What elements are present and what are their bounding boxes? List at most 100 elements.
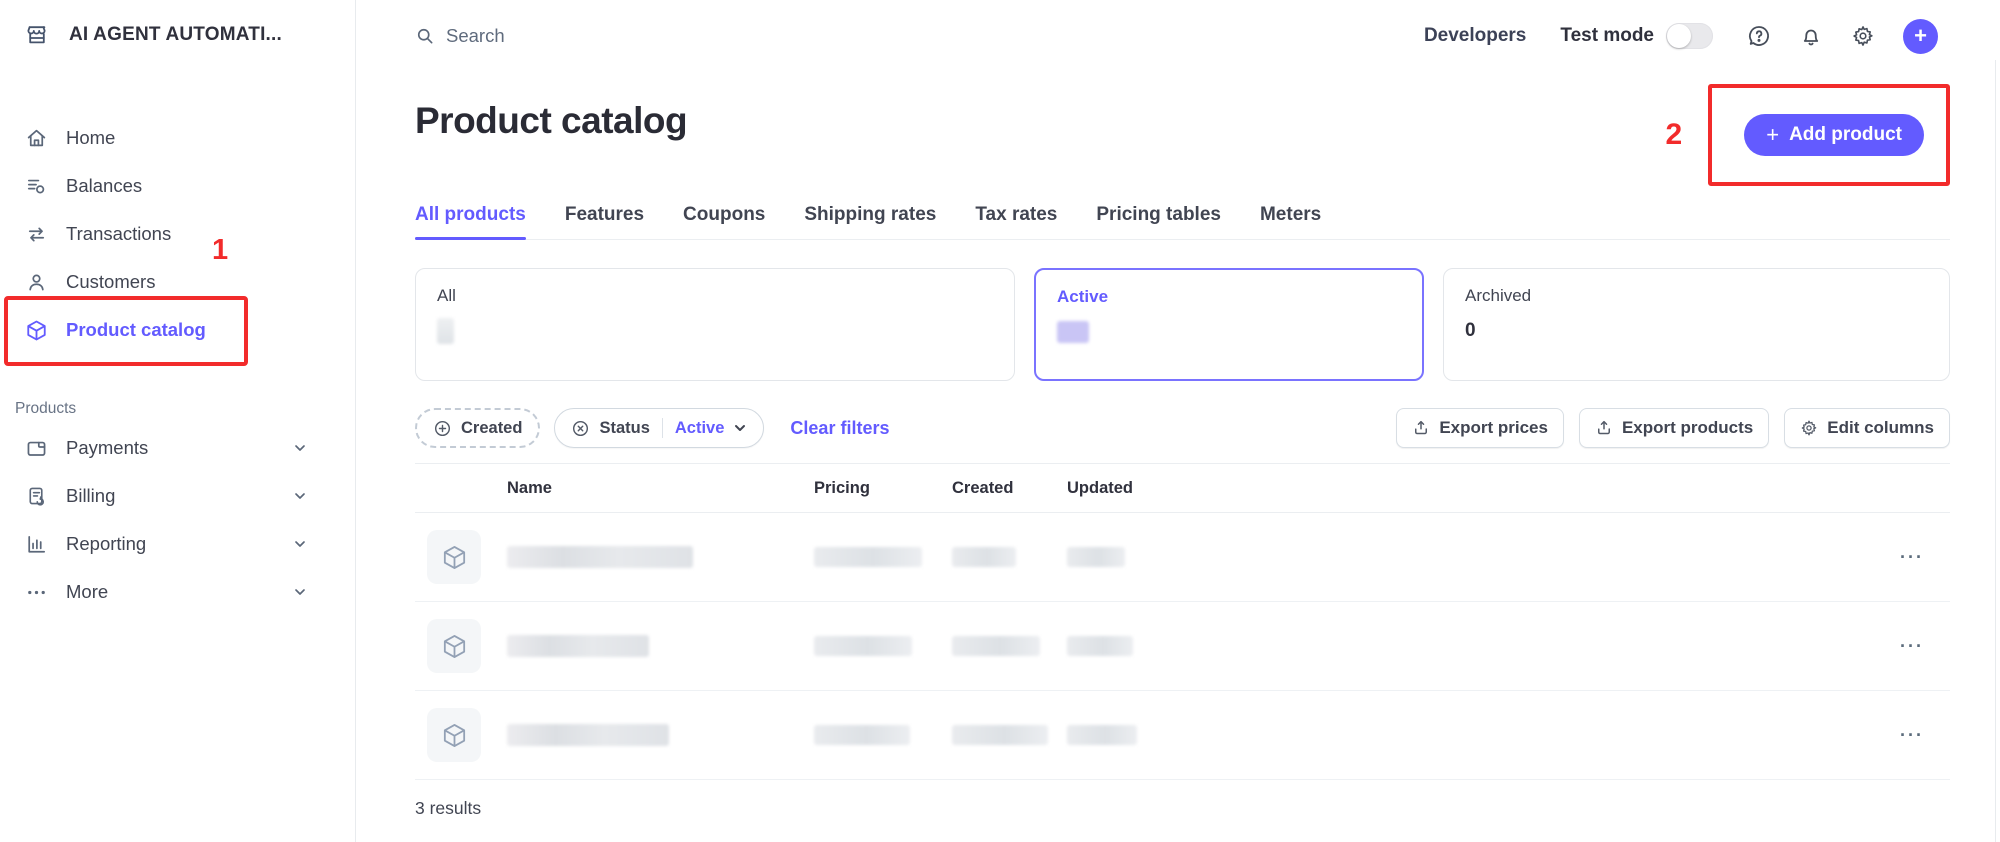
plus-circle-icon bbox=[433, 419, 452, 438]
help-icon[interactable] bbox=[1747, 24, 1771, 48]
sidebar-item-label: Transactions bbox=[66, 223, 171, 245]
header-actions: 2 + Add product bbox=[1666, 84, 1950, 186]
table-actions: Export prices Export products bbox=[1396, 408, 1950, 448]
annotation-number-step2: 2 bbox=[1666, 118, 1683, 152]
test-mode-label: Test mode bbox=[1560, 25, 1654, 47]
column-header-name: Name bbox=[507, 479, 814, 498]
row-more-button[interactable]: ··· bbox=[1900, 636, 1950, 657]
tab-all-products[interactable]: All products bbox=[415, 194, 526, 239]
tab-shipping-rates[interactable]: Shipping rates bbox=[804, 194, 936, 239]
export-icon bbox=[1595, 419, 1613, 437]
row-more-button[interactable]: ··· bbox=[1900, 725, 1950, 746]
sidebar-item-label: Payments bbox=[66, 437, 148, 459]
sidebar-item-reporting[interactable]: Reporting bbox=[0, 520, 355, 568]
sidebar: AI AGENT AUTOMATI... Home Balances bbox=[0, 0, 356, 842]
sidebar-section-label: Products bbox=[15, 400, 355, 418]
sidebar-item-label: Reporting bbox=[66, 533, 146, 555]
redacted-updated-date bbox=[1067, 547, 1125, 567]
chevron-down-icon bbox=[293, 585, 307, 599]
export-products-button[interactable]: Export products bbox=[1579, 408, 1769, 448]
settings-gear-icon[interactable] bbox=[1851, 24, 1875, 48]
package-cube-icon bbox=[441, 633, 468, 660]
sidebar-item-customers[interactable]: Customers bbox=[0, 258, 355, 306]
x-circle-icon bbox=[571, 419, 590, 438]
redacted-updated-date bbox=[1067, 636, 1133, 656]
payments-icon bbox=[25, 437, 48, 460]
sidebar-item-label: Customers bbox=[66, 271, 155, 293]
balances-icon bbox=[25, 175, 48, 198]
filter-status-label: Status bbox=[599, 419, 649, 438]
export-prices-button[interactable]: Export prices bbox=[1396, 408, 1564, 448]
more-dots-icon bbox=[25, 581, 48, 604]
create-plus-button[interactable]: + bbox=[1903, 19, 1938, 54]
search-input[interactable]: Search bbox=[415, 25, 505, 47]
export-products-label: Export products bbox=[1622, 418, 1753, 438]
sidebar-item-transactions[interactable]: Transactions bbox=[0, 210, 355, 258]
test-mode-control: Test mode bbox=[1560, 23, 1713, 49]
table-header: Name Pricing Created Updated bbox=[415, 464, 1950, 513]
annotation-box-step2: + Add product bbox=[1708, 84, 1950, 186]
chevron-down-icon bbox=[733, 421, 747, 435]
add-product-button[interactable]: + Add product bbox=[1744, 114, 1924, 156]
developers-link[interactable]: Developers bbox=[1424, 25, 1526, 47]
edit-columns-label: Edit columns bbox=[1827, 418, 1934, 438]
export-icon bbox=[1412, 419, 1430, 437]
test-mode-toggle[interactable] bbox=[1666, 23, 1713, 49]
table-row[interactable]: ··· bbox=[415, 513, 1950, 602]
filter-chip-created[interactable]: Created bbox=[415, 408, 540, 448]
sidebar-item-label: Product catalog bbox=[66, 319, 206, 341]
redacted-pricing bbox=[814, 636, 912, 656]
summary-card-archived[interactable]: Archived 0 bbox=[1443, 268, 1950, 381]
redacted-value bbox=[437, 318, 454, 344]
toggle-knob bbox=[1667, 24, 1691, 48]
summary-card-all[interactable]: All bbox=[415, 268, 1015, 381]
sidebar-item-product-catalog[interactable]: Product catalog bbox=[0, 306, 355, 354]
tab-pricing-tables[interactable]: Pricing tables bbox=[1096, 194, 1221, 239]
page-content: Product catalog 2 + Add product All prod… bbox=[357, 84, 2000, 819]
notifications-bell-icon[interactable] bbox=[1799, 24, 1823, 48]
catalog-tabs: All products Features Coupons Shipping r… bbox=[415, 194, 1950, 240]
account-name: AI AGENT AUTOMATI... bbox=[69, 24, 282, 46]
filter-chip-status[interactable]: Status Active bbox=[554, 408, 764, 448]
sidebar-item-payments[interactable]: Payments bbox=[0, 424, 355, 472]
column-header-created: Created bbox=[952, 479, 1067, 498]
transactions-icon bbox=[25, 223, 48, 246]
card-label: Archived bbox=[1465, 286, 1928, 306]
sidebar-item-balances[interactable]: Balances bbox=[0, 162, 355, 210]
filter-status-value: Active bbox=[675, 419, 725, 438]
sidebar-products-nav: Payments Billing bbox=[0, 424, 355, 616]
table-row[interactable]: ··· bbox=[415, 691, 1950, 780]
tab-meters[interactable]: Meters bbox=[1260, 194, 1321, 239]
row-more-button[interactable]: ··· bbox=[1900, 547, 1950, 568]
sidebar-item-home[interactable]: Home bbox=[0, 114, 355, 162]
product-thumbnail bbox=[427, 530, 481, 584]
storefront-icon bbox=[25, 23, 49, 47]
redacted-pricing bbox=[814, 725, 910, 745]
sidebar-item-more[interactable]: More bbox=[0, 568, 355, 616]
edit-columns-button[interactable]: Edit columns bbox=[1784, 408, 1950, 448]
divider bbox=[662, 418, 663, 438]
chevron-down-icon bbox=[293, 441, 307, 455]
sidebar-item-billing[interactable]: Billing bbox=[0, 472, 355, 520]
product-catalog-icon bbox=[25, 319, 48, 342]
customers-icon bbox=[25, 271, 48, 294]
topbar-right: Developers Test mode bbox=[1424, 19, 1938, 54]
summary-card-active[interactable]: Active bbox=[1034, 268, 1424, 381]
tab-tax-rates[interactable]: Tax rates bbox=[975, 194, 1057, 239]
sidebar-item-label: Billing bbox=[66, 485, 115, 507]
tab-features[interactable]: Features bbox=[565, 194, 644, 239]
add-product-label: Add product bbox=[1789, 124, 1902, 146]
redacted-pricing bbox=[814, 547, 922, 567]
redacted-created-date bbox=[952, 725, 1048, 745]
table-row[interactable]: ··· bbox=[415, 602, 1950, 691]
clear-filters-link[interactable]: Clear filters bbox=[790, 418, 889, 439]
account-switcher[interactable]: AI AGENT AUTOMATI... bbox=[0, 16, 355, 54]
card-label: Active bbox=[1057, 287, 1401, 307]
chevron-down-icon bbox=[293, 537, 307, 551]
page-title: Product catalog bbox=[415, 84, 687, 142]
package-cube-icon bbox=[441, 722, 468, 749]
main-area: Search Developers Test mode bbox=[357, 0, 2000, 842]
tab-coupons[interactable]: Coupons bbox=[683, 194, 765, 239]
redacted-created-date bbox=[952, 636, 1040, 656]
filter-created-label: Created bbox=[461, 419, 522, 438]
